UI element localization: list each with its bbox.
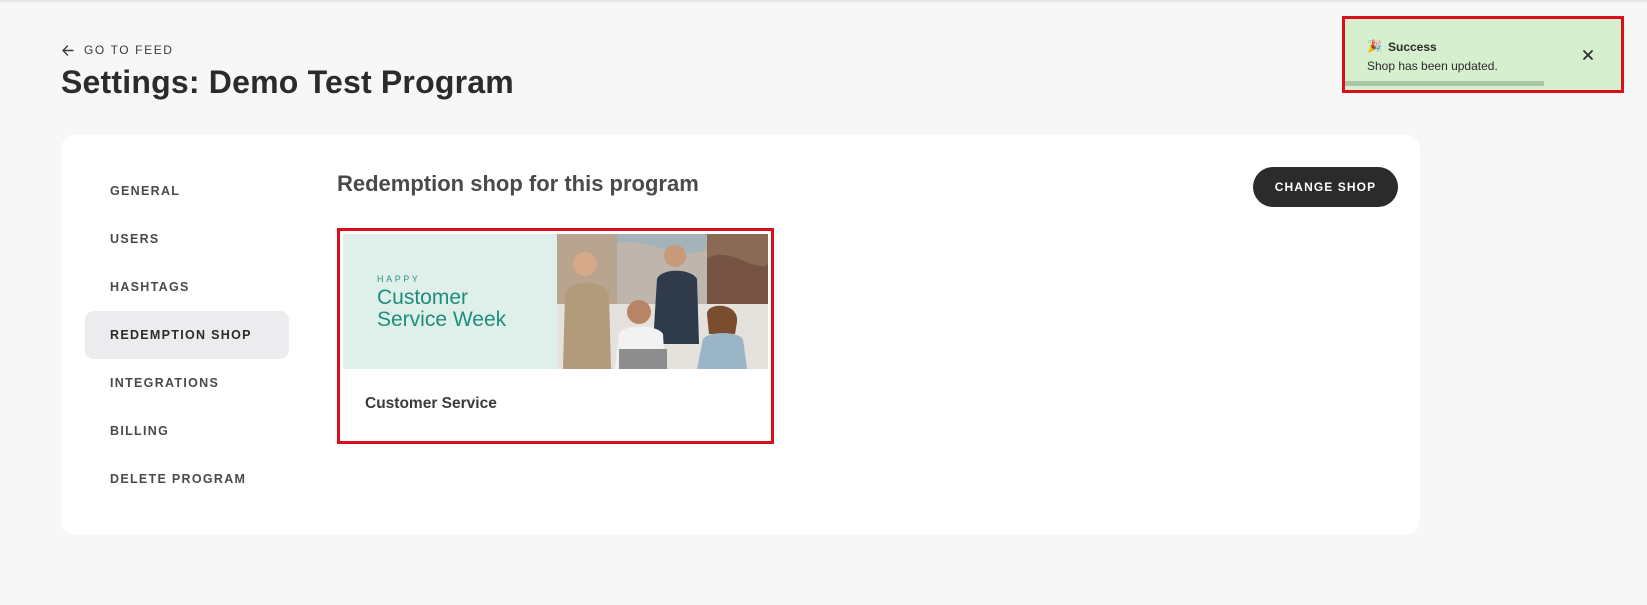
toast-progress-track — [1345, 81, 1621, 86]
sidebar-item-hashtags[interactable]: HASHTAGS — [85, 263, 289, 311]
section-title: Redemption shop for this program — [337, 171, 699, 196]
toast-progress-bar — [1345, 81, 1544, 86]
toast-close-button[interactable] — [1580, 47, 1596, 63]
shop-card[interactable]: HAPPY Customer Service Week Customer Ser… — [337, 228, 774, 444]
success-toast: 🎉 Success Shop has been updated. — [1342, 16, 1624, 93]
sidebar-item-billing[interactable]: BILLING — [85, 407, 289, 455]
toast-message: Shop has been updated. — [1367, 59, 1498, 73]
banner-text: HAPPY Customer Service Week — [377, 274, 506, 331]
sidebar-item-integrations[interactable]: INTEGRATIONS — [85, 359, 289, 407]
close-icon — [1583, 50, 1593, 60]
party-popper-icon: 🎉 — [1367, 39, 1382, 53]
settings-card: GENERAL USERS HASHTAGS REDEMPTION SHOP I… — [61, 135, 1420, 535]
banner-headline: Customer Service Week — [377, 287, 506, 331]
sidebar-item-general[interactable]: GENERAL — [85, 167, 289, 215]
banner-headline-line1: Customer — [377, 286, 469, 309]
top-divider — [0, 0, 1647, 2]
settings-sidebar: GENERAL USERS HASHTAGS REDEMPTION SHOP I… — [85, 167, 289, 503]
shop-name: Customer Service — [365, 395, 497, 412]
banner-headline-line2: Service Week — [377, 308, 507, 331]
page-title: Settings: Demo Test Program — [61, 64, 514, 100]
shop-banner-image: HAPPY Customer Service Week — [343, 234, 768, 369]
arrow-left-icon — [62, 44, 74, 56]
sidebar-item-users[interactable]: USERS — [85, 215, 289, 263]
go-to-feed-label: GO TO FEED — [84, 43, 174, 57]
sidebar-item-redemption-shop[interactable]: REDEMPTION SHOP — [85, 311, 289, 359]
sidebar-item-delete-program[interactable]: DELETE PROGRAM — [85, 455, 289, 503]
banner-kicker: HAPPY — [377, 274, 421, 284]
change-shop-button[interactable]: CHANGE SHOP — [1253, 167, 1398, 207]
toast-title: Success — [1388, 40, 1437, 54]
team-photo-illustration — [557, 234, 768, 369]
go-to-feed-link[interactable]: GO TO FEED — [61, 43, 174, 57]
